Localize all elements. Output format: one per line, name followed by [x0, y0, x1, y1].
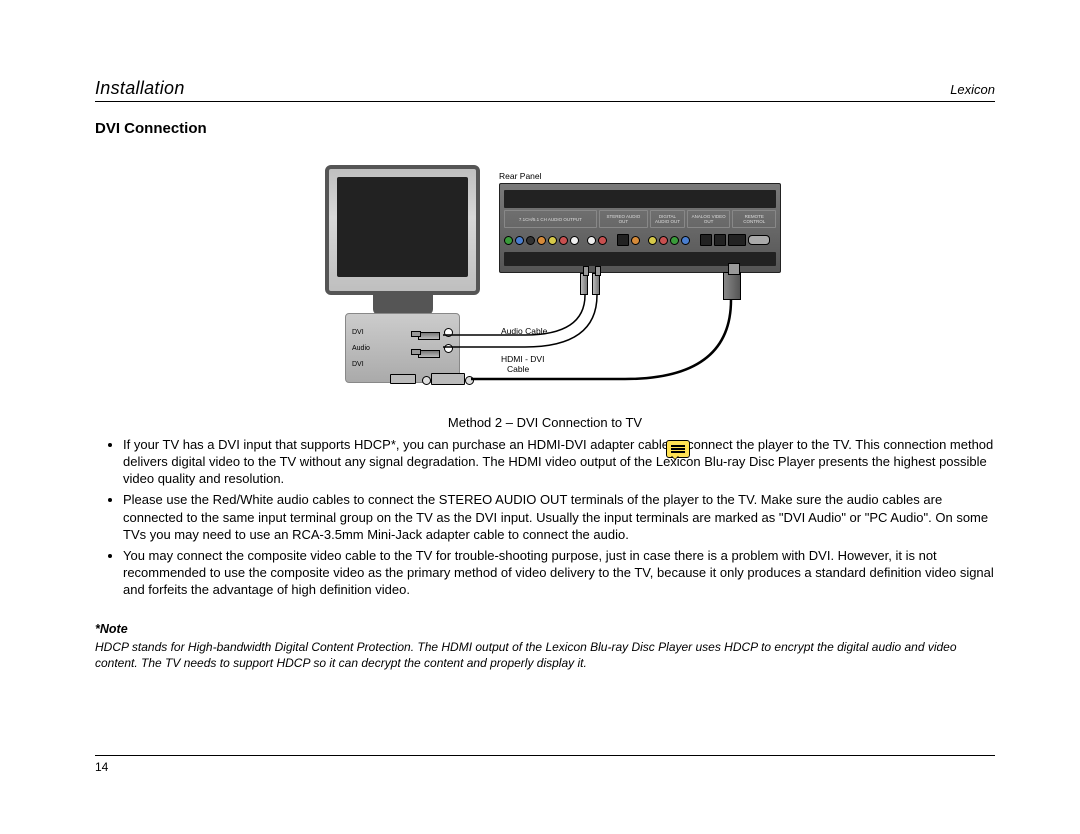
- note-heading: *Note: [95, 622, 995, 636]
- rca-plug-icon: [592, 273, 600, 295]
- page-number: 14: [95, 755, 995, 774]
- page-header: Installation Lexicon: [95, 78, 995, 102]
- dvi-plug-icon: [431, 373, 465, 385]
- connection-diagram: Rear Panel DVI Audio DVI 7.1CH/5.1 CH AU…: [325, 165, 785, 405]
- tv-port-label-audio: Audio: [352, 345, 370, 352]
- comment-annotation-icon[interactable]: [666, 440, 690, 458]
- list-item: If your TV has a DVI input that supports…: [123, 436, 995, 487]
- hdmi-plug-icon: [723, 272, 741, 300]
- rca-port-icon: [670, 236, 679, 245]
- rca-plug-icon: [580, 273, 588, 295]
- instruction-list: If your TV has a DVI input that supports…: [95, 436, 995, 598]
- rca-port-icon: [537, 236, 546, 245]
- usb-port-icon: [714, 234, 726, 246]
- rca-port-icon: [648, 236, 657, 245]
- rp-label-analog: ANALOG VIDEO OUT: [687, 210, 731, 228]
- rp-label-ch-audio: 7.1CH/5.1 CH AUDIO OUTPUT: [504, 210, 597, 228]
- serial-port-icon: [748, 235, 770, 245]
- rp-label-stereo: STEREO AUDIO OUT: [599, 210, 648, 228]
- hdmi-port-icon: [728, 234, 746, 246]
- rca-port-icon: [504, 236, 513, 245]
- rca-port-icon: [681, 236, 690, 245]
- tv-stand: [373, 295, 433, 315]
- list-item: Please use the Red/White audio cables to…: [123, 491, 995, 542]
- rear-panel: 7.1CH/5.1 CH AUDIO OUTPUT STEREO AUDIO O…: [499, 183, 781, 273]
- rear-panel-label: Rear Panel: [499, 171, 542, 181]
- list-item: You may connect the composite video cabl…: [123, 547, 995, 598]
- rp-label-remote: REMOTE CONTROL: [732, 210, 776, 228]
- rca-port-icon: [631, 236, 640, 245]
- note-body: HDCP stands for High-bandwidth Digital C…: [95, 640, 995, 672]
- tv-screen: [337, 177, 468, 277]
- rca-port-icon: [515, 236, 524, 245]
- diagram-caption: Method 2 – DVI Connection to TV: [95, 415, 995, 430]
- header-brand: Lexicon: [950, 82, 995, 97]
- rca-port-icon: [526, 236, 535, 245]
- audio-jack-icon: [444, 344, 453, 353]
- dvi-port-icon: [390, 374, 416, 384]
- section-title: DVI Connection: [95, 120, 995, 137]
- rca-port-icon: [548, 236, 557, 245]
- tv-port-label-dvi-audio: DVI: [352, 329, 364, 336]
- rca-port-icon: [570, 236, 579, 245]
- lan-port-icon: [700, 234, 712, 246]
- rca-plug-icon: [418, 350, 440, 358]
- optical-port-icon: [617, 234, 629, 246]
- rca-plug-icon: [418, 332, 440, 340]
- rca-port-icon: [559, 236, 568, 245]
- rca-port-icon: [587, 236, 596, 245]
- audio-jack-icon: [444, 328, 453, 337]
- header-section: Installation: [95, 78, 185, 99]
- rp-label-digital-audio: DIGITAL AUDIO OUT: [650, 210, 685, 228]
- rca-port-icon: [659, 236, 668, 245]
- tv-port-label-dvi: DVI: [352, 361, 364, 368]
- cable-label-audio: Audio Cable: [501, 327, 547, 337]
- cable-label-hdmi-dvi-2: Cable: [507, 365, 529, 375]
- tv-icon: [325, 165, 480, 295]
- rca-port-icon: [598, 236, 607, 245]
